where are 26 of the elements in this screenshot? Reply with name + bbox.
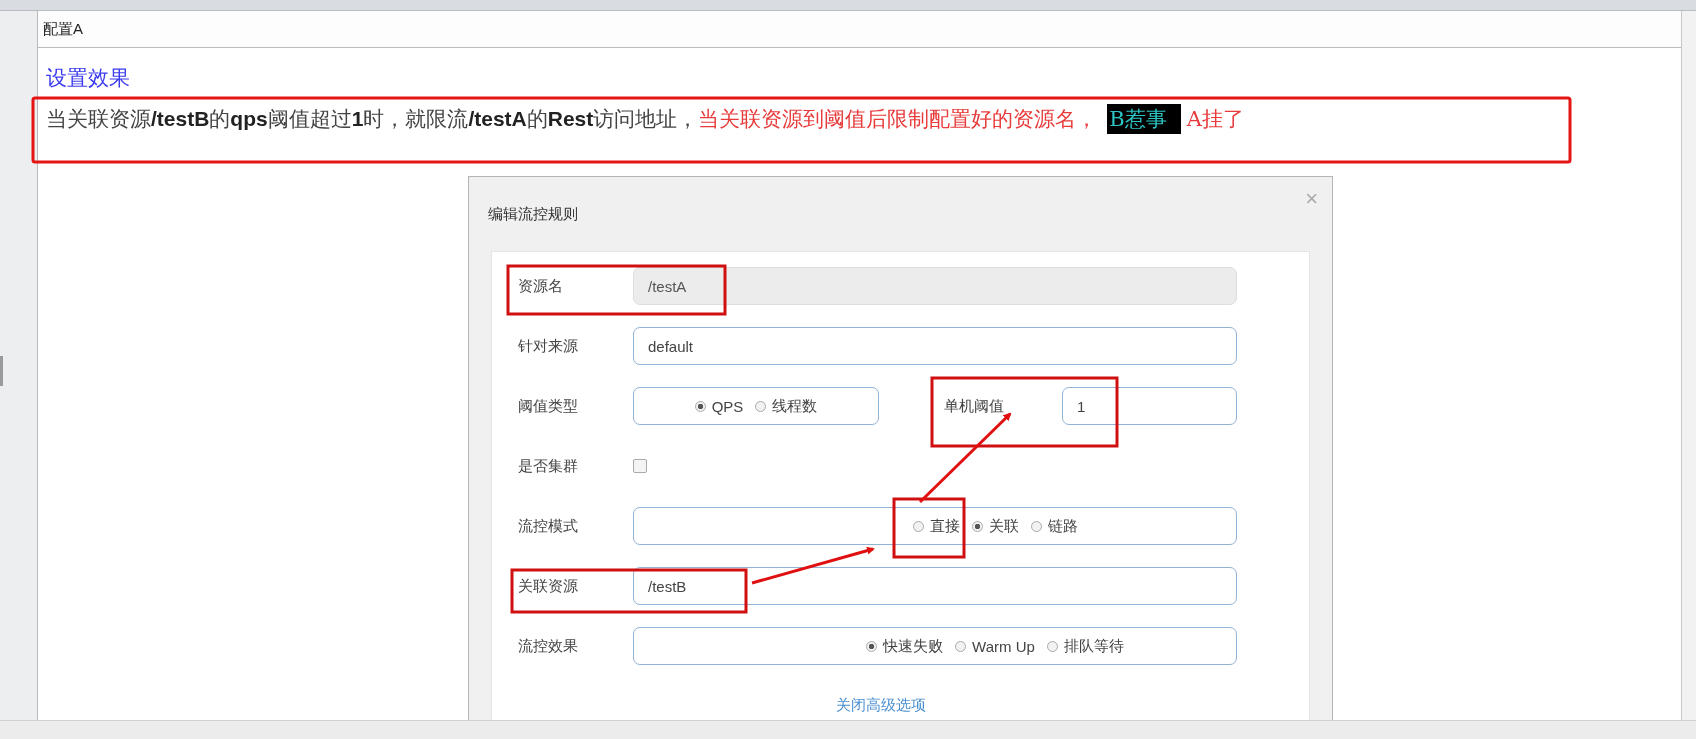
field-label: 是否集群 (518, 456, 579, 476)
link[interactable]: 关闭高级选项 (835, 696, 926, 715)
radio-option[interactable]: 关联 (971, 516, 1019, 536)
radio-option[interactable]: QPS (694, 397, 744, 415)
annotation-text: 当关联资源/testB的qps阈值超过1时，就限流/testA的Rest访问地址，当关联资源到阈值后限制配置好的资源名， B惹事 A挂了 (46, 104, 1681, 134)
radio-option[interactable]: Warm Up (955, 637, 1035, 655)
dialog-title: 编辑流控规则 (488, 204, 578, 224)
field-label: 阈值类型 (518, 396, 579, 416)
input-field[interactable]: default (633, 327, 1237, 365)
section-heading: 设置效果 (46, 65, 131, 92)
radio-option[interactable]: 直接 (912, 516, 960, 536)
field-label: 关联资源 (518, 576, 579, 596)
field-label: 针对来源 (518, 336, 579, 356)
radio-option[interactable]: 链路 (1030, 516, 1078, 536)
radio-option[interactable]: 快速失败 (866, 636, 944, 656)
checkbox[interactable] (633, 459, 647, 473)
field-label: 流控效果 (518, 636, 579, 656)
document-tab[interactable]: 配置A (43, 19, 83, 39)
field-label: 流控模式 (518, 516, 579, 536)
field-label: 单机阈值 (944, 396, 1005, 416)
input-field[interactable]: 1 (1062, 387, 1237, 425)
input-field[interactable]: /testB (633, 567, 1237, 605)
field-label: 资源名 (518, 276, 564, 296)
horizontal-scrollbar[interactable] (0, 720, 1696, 739)
radio-option[interactable]: 线程数 (755, 396, 818, 416)
radio-option[interactable]: 排队等待 (1046, 636, 1124, 656)
